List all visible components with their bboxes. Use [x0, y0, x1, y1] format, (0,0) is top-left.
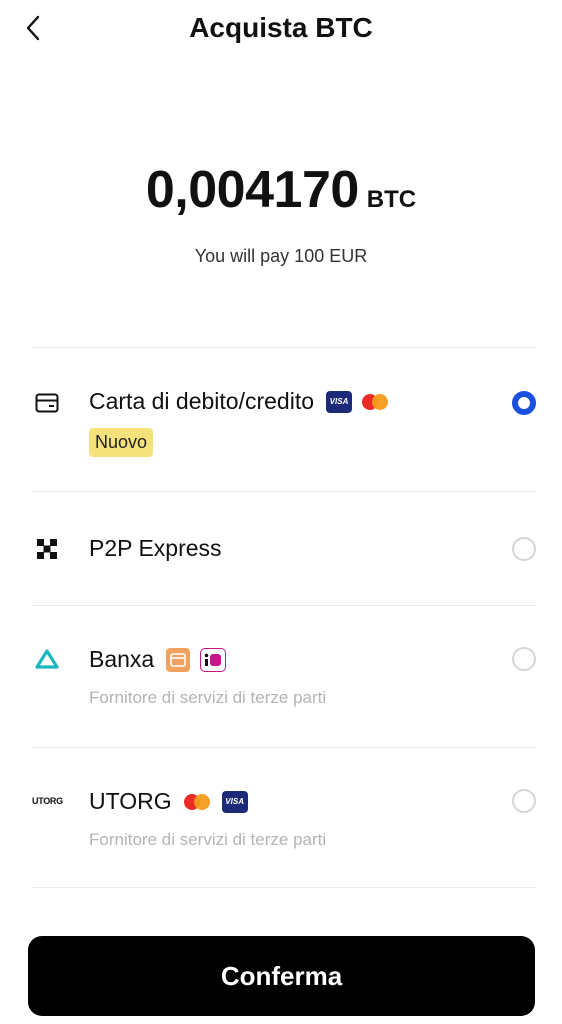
mastercard-icon [183, 793, 212, 811]
btc-amount: 0,004170 [145, 161, 359, 219]
method-title: UTORG [89, 788, 172, 814]
method-title: Carta di debito/credito [89, 388, 315, 414]
method-subtitle: Fornitore di servizi di terze parti [89, 830, 327, 849]
method-title: Banxa [89, 646, 155, 672]
confirm-button[interactable]: Conferma [28, 936, 535, 1016]
visa-icon: VISA [326, 390, 353, 413]
new-badge: Nuovo [89, 428, 154, 457]
utorg-logo: UTORG [32, 796, 63, 806]
method-banxa[interactable]: Banxa Fornitore di servizi di terze part… [32, 606, 536, 747]
radio-unselected[interactable] [512, 789, 536, 813]
visa-icon: VISA [221, 790, 248, 813]
card-icon [166, 647, 191, 672]
pay-amount-text: You will pay 100 EUR [194, 246, 368, 266]
divider [32, 887, 536, 888]
app-header: Acquista BTC [0, 0, 562, 56]
method-card[interactable]: Carta di debito/credito VISA Nuovo [32, 348, 536, 491]
method-title: P2P Express [89, 535, 222, 561]
p2p-express-icon [32, 534, 62, 564]
method-p2p-express[interactable]: P2P Express [32, 492, 536, 605]
btc-unit: BTC [366, 186, 417, 213]
radio-selected[interactable] [512, 391, 536, 415]
payment-method-list: Carta di debito/credito VISA Nuovo P2P E… [32, 347, 536, 888]
mastercard-icon [362, 393, 390, 411]
method-subtitle: Fornitore di servizi di terze parti [89, 688, 327, 707]
amount-display: 0,004170 BTC [0, 160, 562, 220]
radio-unselected[interactable] [512, 647, 536, 671]
method-utorg[interactable]: UTORG UTORG VISA Fornitore di servizi di… [32, 748, 536, 887]
radio-unselected[interactable] [512, 537, 536, 561]
banxa-logo-icon [32, 644, 62, 674]
card-icon [32, 388, 62, 418]
page-title: Acquista BTC [189, 12, 373, 43]
ideal-icon [200, 647, 227, 672]
